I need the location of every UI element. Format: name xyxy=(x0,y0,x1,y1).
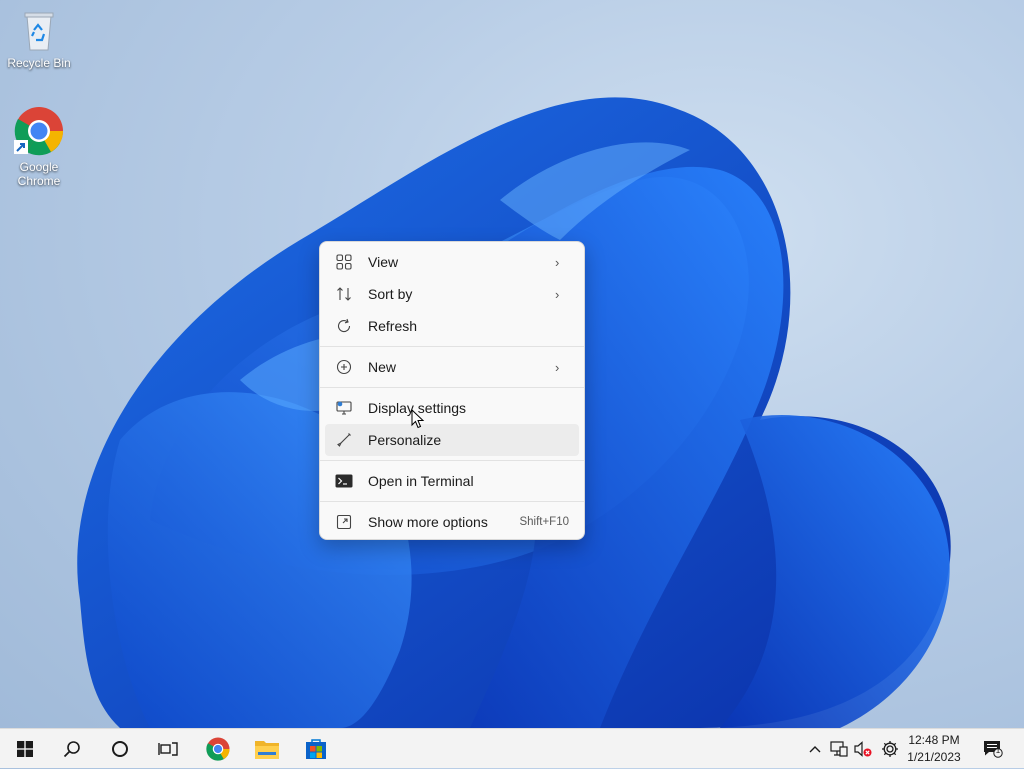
display-icon xyxy=(334,398,354,418)
chrome-icon xyxy=(206,737,230,761)
menu-separator xyxy=(320,460,584,461)
desktop-context-menu: View › Sort by › Refresh New › Display s… xyxy=(319,241,585,540)
network-button[interactable] xyxy=(828,729,850,769)
view-grid-icon xyxy=(334,252,354,272)
menu-item-new[interactable]: New › xyxy=(325,351,579,383)
recycle-bin-icon xyxy=(24,12,54,51)
menu-item-personalize[interactable]: Personalize xyxy=(325,424,579,456)
mouse-cursor-icon xyxy=(411,409,425,429)
desktop-icon-recycle-bin[interactable]: Recycle Bin xyxy=(4,8,74,70)
clock-date: 1/21/2023 xyxy=(907,750,961,764)
notifications-button[interactable]: 1 xyxy=(978,729,1008,769)
settings-gear-icon xyxy=(882,741,898,757)
menu-item-open-in-terminal[interactable]: Open in Terminal xyxy=(325,465,579,497)
more-options-icon xyxy=(334,512,354,532)
chevron-up-icon xyxy=(809,746,821,753)
taskbar-app-chrome[interactable] xyxy=(195,729,241,769)
terminal-icon xyxy=(334,471,354,491)
volume-muted-icon xyxy=(854,741,872,757)
start-icon xyxy=(17,741,33,757)
search-icon xyxy=(63,741,80,758)
taskbar-app-file-explorer[interactable] xyxy=(244,729,290,769)
chevron-right-icon: › xyxy=(555,359,560,375)
taskbar-clock[interactable]: 12:48 PM 1/21/2023 xyxy=(902,732,966,766)
desktop-icon-google-chrome[interactable]: Google Chrome xyxy=(4,106,74,188)
chevron-right-icon: › xyxy=(555,286,560,302)
settings-button[interactable] xyxy=(878,729,902,769)
cortana-icon xyxy=(112,741,128,757)
menu-separator xyxy=(320,346,584,347)
show-hidden-icons-button[interactable] xyxy=(804,729,826,769)
shortcut-hint: Shift+F10 xyxy=(519,516,569,528)
taskbar: 12:48 PM 1/21/2023 1 xyxy=(0,728,1024,768)
chrome-icon xyxy=(14,107,64,156)
task-view-button[interactable] xyxy=(145,729,191,769)
volume-button[interactable] xyxy=(852,729,874,769)
menu-item-sort-by[interactable]: Sort by › xyxy=(325,278,579,310)
file-explorer-icon xyxy=(255,741,279,759)
chevron-right-icon: › xyxy=(555,254,560,270)
search-button[interactable] xyxy=(49,729,95,769)
network-icon xyxy=(830,741,848,757)
desktop-icon-label: Google Chrome xyxy=(17,160,61,188)
taskbar-app-store[interactable] xyxy=(293,729,339,769)
menu-separator xyxy=(320,387,584,388)
notification-count-badge: 1 xyxy=(995,746,1001,755)
sort-icon xyxy=(334,284,354,304)
refresh-icon xyxy=(334,316,354,336)
menu-item-refresh[interactable]: Refresh xyxy=(325,310,579,342)
menu-item-show-more-options[interactable]: Show more options Shift+F10 xyxy=(325,506,579,538)
store-icon xyxy=(306,739,326,759)
brush-icon xyxy=(334,430,354,450)
menu-separator xyxy=(320,501,584,502)
clock-time: 12:48 PM xyxy=(908,733,960,747)
new-plus-icon xyxy=(334,357,354,377)
menu-item-view[interactable]: View › xyxy=(325,246,579,278)
task-view-icon xyxy=(158,742,178,756)
start-button[interactable] xyxy=(2,729,48,769)
menu-item-display-settings[interactable]: Display settings xyxy=(325,392,579,424)
cortana-button[interactable] xyxy=(97,729,143,769)
desktop-icon-label: Recycle Bin xyxy=(7,56,71,70)
